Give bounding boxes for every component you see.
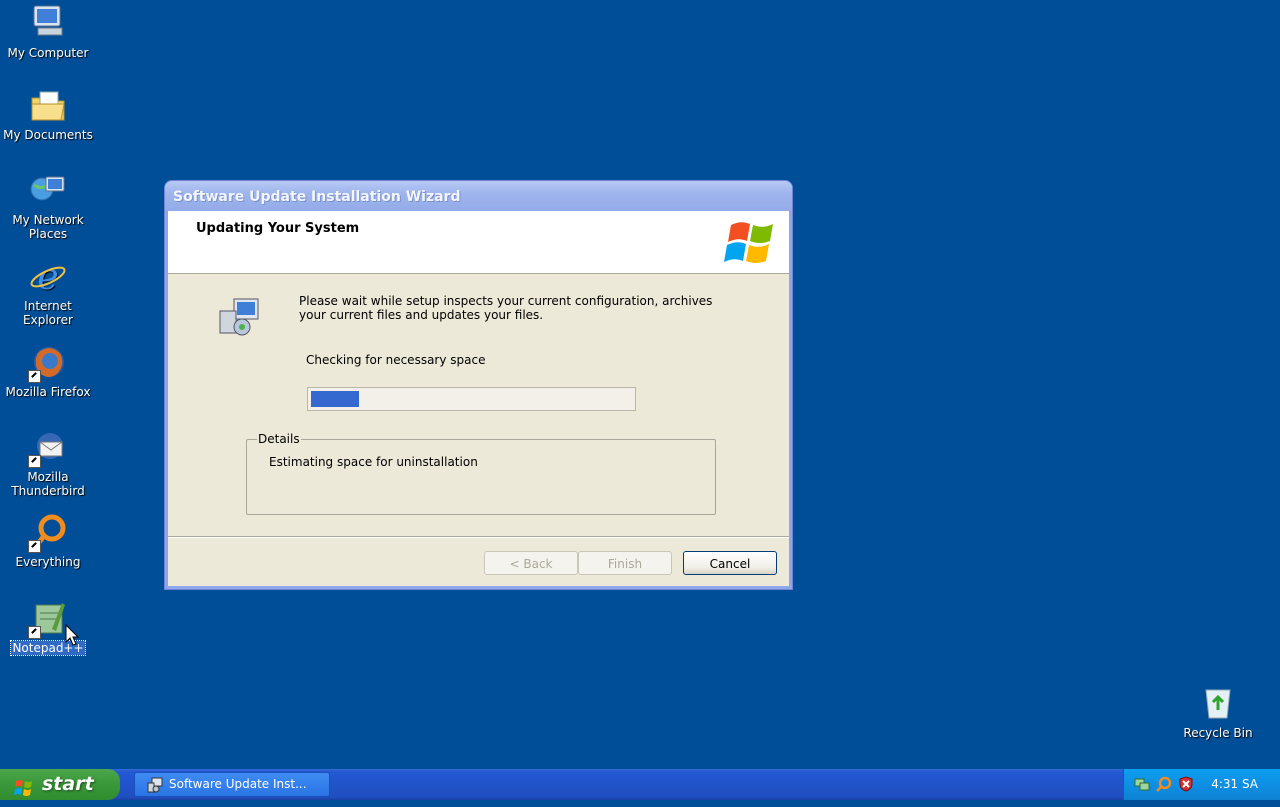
taskbar-item-label: Software Update Inst... (169, 777, 307, 791)
button-separator (168, 536, 789, 538)
desktop-icon-my-computer[interactable]: My Computer (2, 4, 94, 60)
window-titlebar[interactable]: Software Update Installation Wizard (165, 181, 792, 211)
details-label: Details (257, 432, 301, 446)
thunderbird-icon (28, 428, 68, 468)
setup-computer-icon (218, 297, 262, 337)
internet-explorer-icon: e (28, 257, 68, 298)
shortcut-arrow-icon (28, 370, 41, 383)
system-tray: 4:31 SA (1123, 769, 1280, 800)
details-group: Details Estimating space for uninstallat… (246, 432, 716, 515)
wizard-header: Updating Your System (168, 211, 789, 274)
network-tray-icon[interactable] (1134, 776, 1150, 792)
desktop-icon-label: My Network Places (12, 213, 84, 241)
mouse-cursor-icon (65, 623, 81, 648)
desktop-icon-internet-explorer[interactable]: e Internet Explorer (2, 257, 94, 327)
desktop-icon-mozilla-thunderbird[interactable]: Mozilla Thunderbird (2, 428, 94, 498)
cancel-button[interactable]: Cancel (683, 551, 777, 575)
desktop-icon-my-network-places[interactable]: My Network Places (2, 171, 94, 241)
desktop-icon-recycle-bin[interactable]: Recycle Bin (1172, 684, 1264, 740)
desktop-icon-label: My Computer (7, 46, 89, 60)
desktop-icon-everything[interactable]: Everything (2, 513, 94, 569)
desktop-icon-label: Mozilla Thunderbird (11, 470, 85, 498)
firefox-icon (28, 343, 68, 383)
back-button[interactable]: < Back (484, 551, 578, 575)
window-title: Software Update Installation Wizard (173, 189, 461, 205)
desktop-icon-label: Mozilla Firefox (5, 385, 91, 399)
start-button[interactable]: start (0, 769, 120, 800)
desktop-icon-label: My Documents (3, 128, 93, 142)
my-documents-icon (28, 86, 68, 126)
wizard-description: Please wait while setup inspects your cu… (299, 294, 713, 322)
setup-computer-icon (147, 777, 163, 793)
progress-fill (311, 391, 359, 407)
desktop-icon-label: Internet Explorer (23, 299, 73, 327)
windows-logo-icon (723, 217, 781, 269)
recycle-bin-icon (1198, 684, 1238, 724)
svg-text:e: e (37, 257, 58, 297)
desktop-icon-label: Recycle Bin (1183, 726, 1253, 740)
notepadpp-icon (28, 599, 68, 639)
clock: 4:31 SA (1211, 777, 1258, 791)
security-alert-tray-icon[interactable] (1178, 776, 1194, 792)
progress-status: Checking for necessary space (306, 353, 486, 367)
search-tray-icon[interactable] (1156, 776, 1172, 792)
shortcut-arrow-icon (28, 540, 41, 553)
everything-icon (28, 513, 68, 553)
progress-bar (307, 387, 636, 411)
desktop-icon-label: Everything (15, 555, 81, 569)
shortcut-arrow-icon (28, 626, 41, 639)
desktop-icon-my-documents[interactable]: My Documents (2, 86, 94, 142)
network-places-icon (28, 171, 68, 211)
desktop-icon-mozilla-firefox[interactable]: Mozilla Firefox (2, 343, 94, 399)
details-text: Estimating space for uninstallation (269, 455, 478, 469)
wizard-window: Software Update Installation Wizard Upda… (165, 181, 792, 589)
windows-flag-icon (14, 776, 34, 796)
taskbar-item-software-update[interactable]: Software Update Inst... (134, 772, 330, 797)
my-computer-icon (28, 4, 68, 44)
finish-button[interactable]: Finish (578, 551, 672, 575)
start-label: start (42, 773, 94, 795)
page-title: Updating Your System (196, 221, 360, 236)
taskbar: start Software Update Inst... 4:31 SA (0, 769, 1280, 800)
shortcut-arrow-icon (28, 455, 41, 468)
